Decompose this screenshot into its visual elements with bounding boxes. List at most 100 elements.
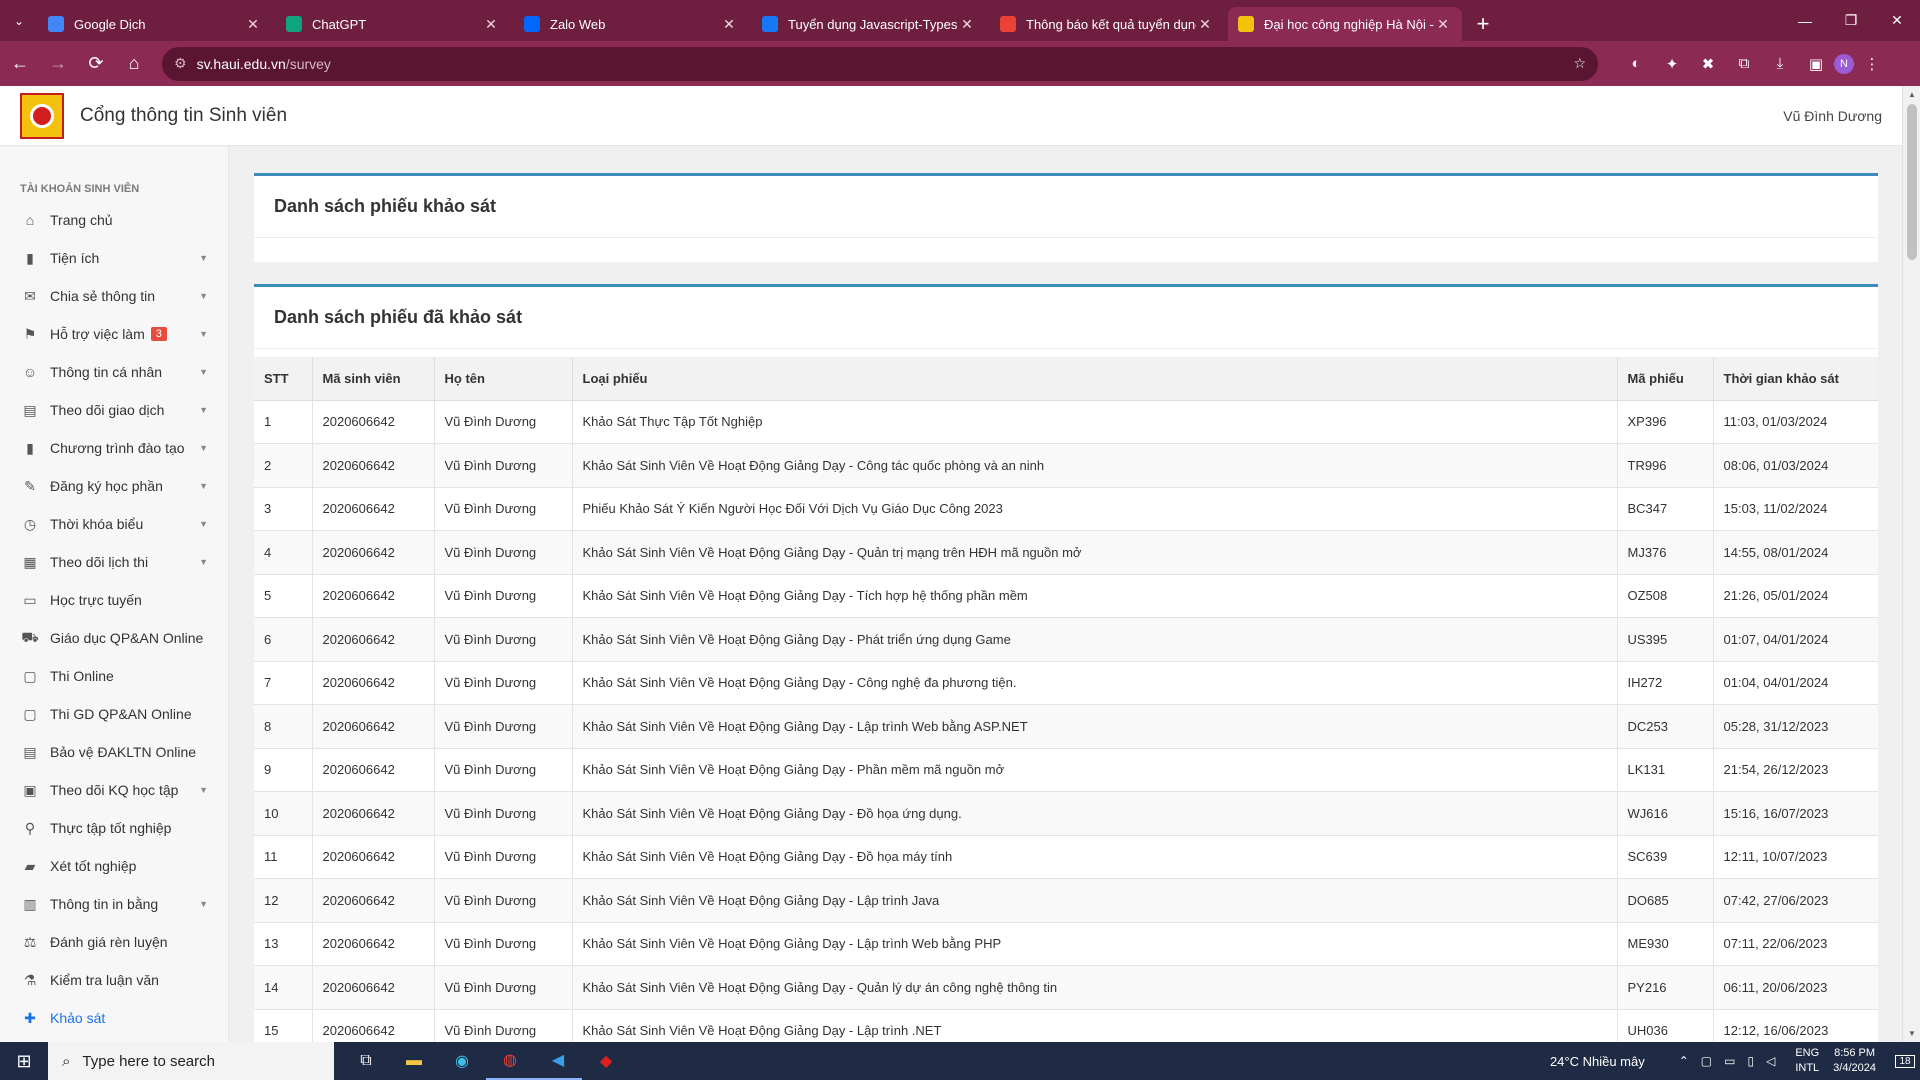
- sidebar-item[interactable]: ⚑ Hỗ trợ việc làm 3 ▼: [0, 315, 228, 353]
- reload-button[interactable]: ⟳: [78, 46, 114, 82]
- notification-center-icon[interactable]: 18: [1890, 1054, 1920, 1068]
- minimize-button[interactable]: —: [1782, 0, 1828, 41]
- tab-close-icon[interactable]: ✕: [1196, 16, 1214, 33]
- browser-tab[interactable]: Đại học công nghiệp Hà Nội - C ✕: [1228, 7, 1462, 41]
- browser-tab[interactable]: Tuyển dụng Javascript-Typescript✕: [752, 7, 986, 41]
- site-info-icon[interactable]: ⚙: [174, 55, 187, 72]
- restore-button[interactable]: ❐: [1828, 0, 1874, 41]
- back-button[interactable]: ←: [2, 46, 38, 82]
- sidebar-item[interactable]: ⚲ Thực tập tốt nghiệp: [0, 809, 228, 847]
- volume-icon[interactable]: ◁: [1766, 1054, 1775, 1068]
- sidebar-item[interactable]: ⌂ Trang chủ: [0, 201, 228, 239]
- table-row[interactable]: 9 2020606642 Vũ Đình Dương Khảo Sát Sinh Vi…: [254, 748, 1878, 792]
- weather-widget[interactable]: 24°C Nhiều mây: [1550, 1054, 1645, 1069]
- address-bar[interactable]: ⚙ sv.haui.edu.vn/survey ☆: [162, 46, 1598, 81]
- sidebar-item[interactable]: ▢ Thi Online: [0, 657, 228, 695]
- sidebar-item[interactable]: ▤ Bảo vệ ĐAKLTN Online: [0, 733, 228, 771]
- table-row[interactable]: 3 2020606642 Vũ Đình Dương Phiếu Khảo Sát Ý…: [254, 487, 1878, 531]
- forward-button[interactable]: →: [40, 46, 76, 82]
- browser-menu-icon[interactable]: ⋮: [1854, 46, 1890, 82]
- sidebar-item[interactable]: ▣ Theo dõi KQ học tập ▼: [0, 771, 228, 809]
- extension-2-icon[interactable]: ✦: [1654, 46, 1690, 82]
- tab-search-button[interactable]: ⌄: [0, 0, 38, 41]
- task-view-icon[interactable]: ⧉: [342, 1042, 390, 1080]
- tab-close-icon[interactable]: ✕: [958, 16, 976, 33]
- table-row[interactable]: 11 2020606642 Vũ Đình Dương Khảo Sát Sinh V…: [254, 835, 1878, 879]
- close-window-button[interactable]: ✕: [1874, 0, 1920, 41]
- haui-logo[interactable]: [20, 92, 64, 139]
- sidebar-item[interactable]: ◷ Thời khóa biểu ▼: [0, 505, 228, 543]
- survey-type: Khảo Sát Sinh Viên Về Hoạt Động Giảng Dạ…: [572, 443, 1618, 488]
- sidebar-item[interactable]: ▰ Xét tốt nghiệp: [0, 847, 228, 885]
- scroll-down-arrow[interactable]: ▼: [1908, 1029, 1916, 1038]
- profile-avatar[interactable]: N: [1834, 53, 1854, 74]
- column-header[interactable]: Mã phiếu: [1617, 357, 1714, 401]
- scrollbar-thumb[interactable]: [1907, 104, 1917, 260]
- sidebar-item[interactable]: ✚ Khảo sát: [0, 999, 228, 1037]
- sidebar-item[interactable]: ▢ Thi GD QP&AN Online: [0, 695, 228, 733]
- column-header[interactable]: STT: [254, 357, 313, 401]
- clock[interactable]: 8:56 PM 3/4/2024: [1833, 1046, 1876, 1076]
- sidebar-item[interactable]: ▤ Theo dõi giao dịch ▼: [0, 391, 228, 429]
- sidebar-item[interactable]: ▮ Chương trình đào tạo ▼: [0, 429, 228, 467]
- page-scrollbar[interactable]: ▲ ▼: [1902, 86, 1920, 1042]
- table-row[interactable]: 8 2020606642 Vũ Đình Dương Khảo Sát Sinh Vi…: [254, 704, 1878, 749]
- sidebar-item[interactable]: ▮ Tiện ích ▼: [0, 239, 228, 277]
- column-header[interactable]: Họ tên: [434, 357, 573, 401]
- scroll-up-arrow[interactable]: ▲: [1908, 90, 1916, 99]
- table-row[interactable]: 12 2020606642 Vũ Đình Dương Khảo Sát Sinh V…: [254, 878, 1878, 923]
- user-name[interactable]: Vũ Đình Dương: [1783, 108, 1882, 124]
- table-row[interactable]: 15 2020606642 Vũ Đình Dương Khảo Sát Sinh V…: [254, 1009, 1878, 1042]
- file-explorer-icon[interactable]: ▬: [390, 1042, 438, 1080]
- tab-close-icon[interactable]: ✕: [1434, 16, 1452, 33]
- table-row[interactable]: 2 2020606642 Vũ Đình Dương Khảo Sát Sinh Vi…: [254, 443, 1878, 488]
- download-icon[interactable]: ⤓: [1762, 46, 1798, 82]
- browser-tab[interactable]: Google Dịch ✕: [38, 7, 272, 41]
- language-indicator[interactable]: ENG INTL: [1795, 1046, 1819, 1076]
- mcafee-icon[interactable]: ◆: [582, 1042, 630, 1080]
- sidebar-item[interactable]: ⚖ Đánh giá rèn luyện: [0, 923, 228, 961]
- chrome-icon[interactable]: ◍: [486, 1042, 534, 1080]
- sidebar-item[interactable]: ✎ Đăng ký học phần ▼: [0, 467, 228, 505]
- table-row[interactable]: 7 2020606642 Vũ Đình Dương Khảo Sát Sinh Vi…: [254, 661, 1878, 705]
- extension-1-icon[interactable]: ◐: [1618, 46, 1654, 82]
- tab-close-icon[interactable]: ✕: [482, 16, 500, 33]
- browser-tab[interactable]: Zalo Web ✕: [514, 7, 748, 41]
- sidebar-item[interactable]: ⛟ Giáo dục QP&AN Online: [0, 619, 228, 657]
- table-row[interactable]: 14 2020606642 Vũ Đình Dương Khảo Sát Sinh V…: [254, 965, 1878, 1010]
- column-header[interactable]: Loại phiếu: [572, 357, 1618, 401]
- network-icon[interactable]: ▭: [1724, 1054, 1735, 1068]
- tray-chevron-icon[interactable]: ⌃: [1679, 1054, 1689, 1068]
- table-row[interactable]: 4 2020606642 Vũ Đình Dương Khảo Sát Sinh Vi…: [254, 530, 1878, 575]
- column-header[interactable]: Thời gian khảo sát: [1713, 357, 1878, 401]
- table-row[interactable]: 10 2020606642 Vũ Đình Dương Khảo Sát Sinh V…: [254, 791, 1878, 836]
- tab-close-icon[interactable]: ✕: [720, 16, 738, 33]
- side-panel-icon[interactable]: ▣: [1798, 46, 1834, 82]
- column-header[interactable]: Mã sinh viên: [312, 357, 435, 401]
- table-row[interactable]: 1 2020606642 Vũ Đình Dương Khảo Sát Thực Tậ…: [254, 400, 1878, 444]
- table-row[interactable]: 6 2020606642 Vũ Đình Dương Khảo Sát Sinh Vi…: [254, 617, 1878, 662]
- extension-3-icon[interactable]: ✖: [1690, 46, 1726, 82]
- student-id: 2020606642: [312, 965, 435, 1010]
- sidebar-item[interactable]: ⚗ Kiểm tra luận văn: [0, 961, 228, 999]
- taskbar-search[interactable]: ⌕ Type here to search: [48, 1042, 334, 1080]
- edge-icon[interactable]: ◉: [438, 1042, 486, 1080]
- battery-icon[interactable]: ▯: [1747, 1054, 1754, 1068]
- sidebar-item[interactable]: ☺ Thông tin cá nhân ▼: [0, 353, 228, 391]
- browser-tab[interactable]: Thông báo kết quả tuyển dụng ✕: [990, 7, 1224, 41]
- bookmark-star-icon[interactable]: ☆: [1573, 55, 1586, 72]
- sidebar-item[interactable]: ▥ Thông tin in bằng ▼: [0, 885, 228, 923]
- sidebar-item[interactable]: ▦ Theo dõi lịch thi ▼: [0, 543, 228, 581]
- tray-app-icon[interactable]: ▢: [1701, 1054, 1712, 1068]
- sidebar-item[interactable]: ✉ Chia sẻ thông tin ▼: [0, 277, 228, 315]
- browser-tab[interactable]: ChatGPT ✕: [276, 7, 510, 41]
- table-row[interactable]: 5 2020606642 Vũ Đình Dương Khảo Sát Sinh Vi…: [254, 574, 1878, 618]
- sidebar-item[interactable]: ▭ Học trực tuyến: [0, 581, 228, 619]
- start-button[interactable]: ⊞: [0, 1042, 48, 1080]
- vscode-icon[interactable]: ◀: [534, 1042, 582, 1080]
- table-row[interactable]: 13 2020606642 Vũ Đình Dương Khảo Sát Sinh V…: [254, 922, 1878, 966]
- new-tab-button[interactable]: +: [1466, 7, 1500, 41]
- extensions-puzzle-icon[interactable]: ⧉: [1726, 46, 1762, 82]
- home-button[interactable]: ⌂: [116, 46, 152, 82]
- tab-close-icon[interactable]: ✕: [244, 16, 262, 33]
